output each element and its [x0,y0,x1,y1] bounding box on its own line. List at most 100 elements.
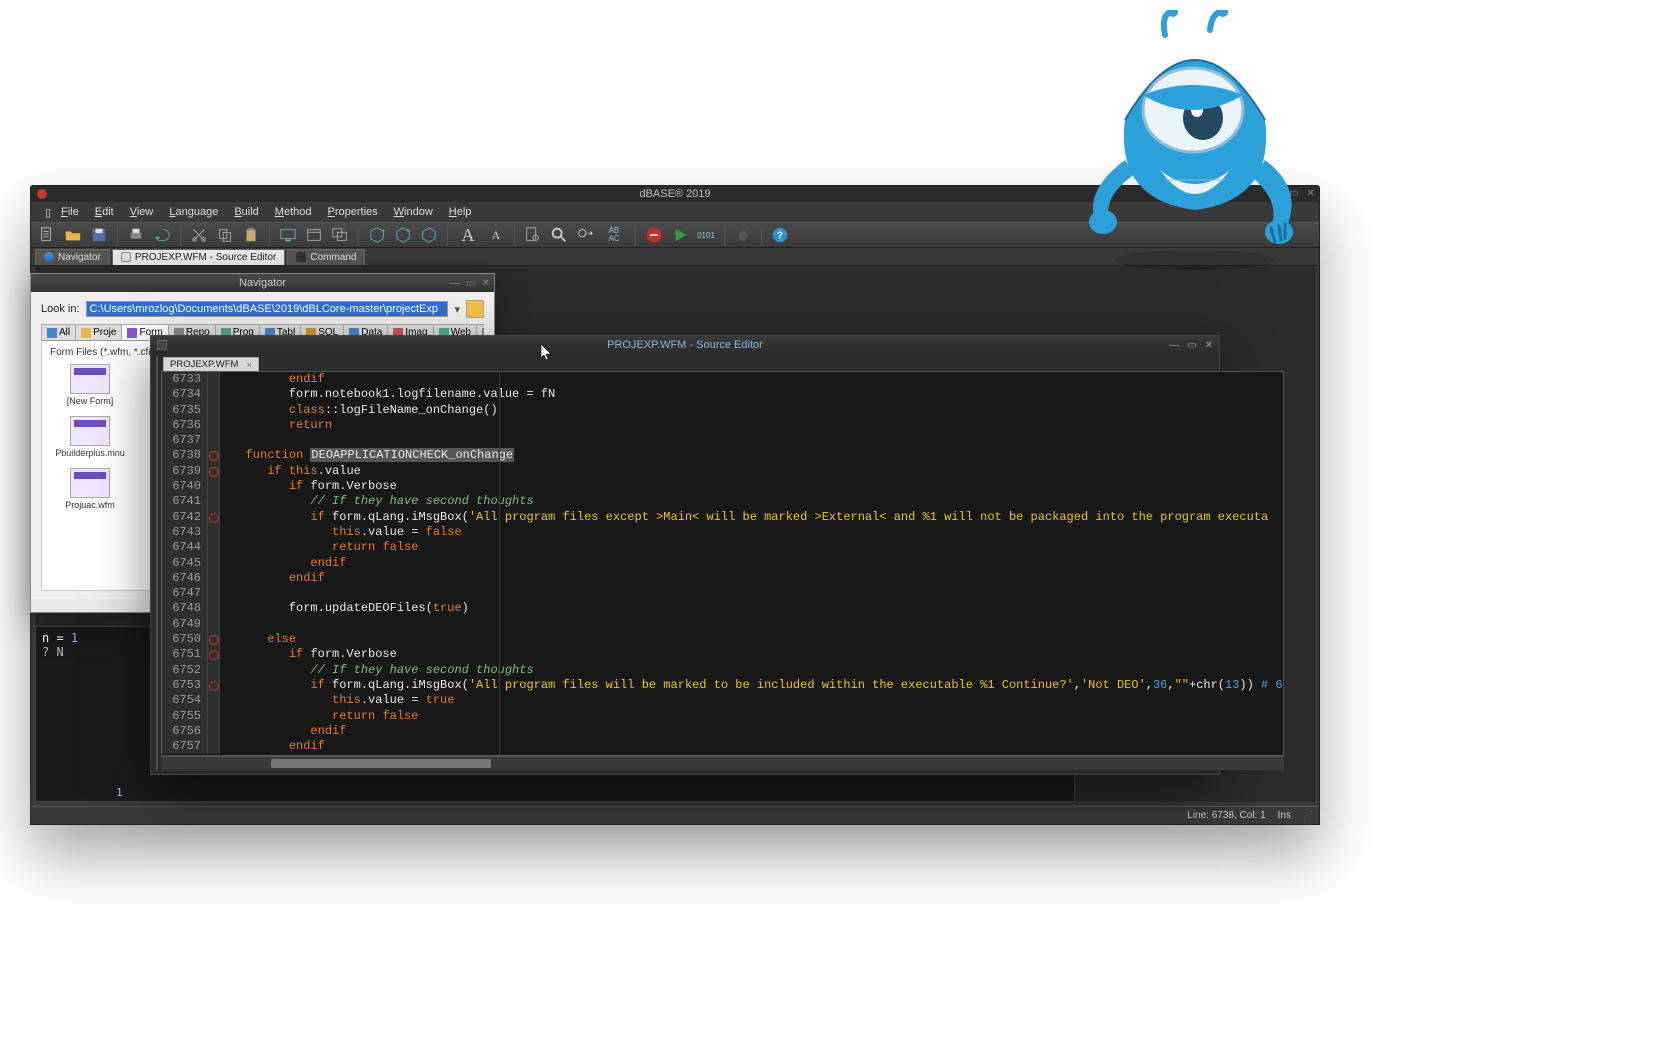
code-line[interactable]: 6733 endif [162,372,1283,387]
cube-add-icon[interactable]: + [367,225,387,245]
menu-language[interactable]: Language [163,204,224,220]
code-text[interactable]: return false [220,540,418,555]
nav-close-button[interactable]: ✕ [482,278,490,289]
run-icon[interactable] [670,225,690,245]
gutter-marker[interactable] [208,647,220,662]
font-small-icon[interactable]: A [486,225,506,245]
code-line[interactable]: 6738 function DEOAPPLICATIONCHECK_onChan… [162,448,1283,463]
undo-icon[interactable] [152,225,172,245]
search-forward-icon[interactable] [575,225,595,245]
help-icon[interactable]: ? [770,225,790,245]
gutter-marker[interactable] [208,663,220,678]
editor-tab-projexp[interactable]: PROJEXP.WFM× [163,357,259,371]
code-text[interactable]: else [220,632,296,647]
code-line[interactable]: 6755 return false [162,709,1283,724]
code-line[interactable]: 6757 endif [162,739,1283,754]
gutter-marker[interactable] [208,403,220,418]
code-line[interactable]: 6745 endif [162,556,1283,571]
code-text[interactable]: function DEOAPPLICATIONCHECK_onChange [220,448,514,463]
tab-source-editor[interactable]: PROJEXP.WFM - Source Editor [112,249,286,265]
code-line[interactable]: 6742 if form.qLang.iMsgBox('All program … [162,510,1283,525]
code-text[interactable]: form.notebook1.logfilename.value = fN [220,387,555,402]
gutter-marker[interactable] [208,693,220,708]
code-line[interactable]: 6756 endif [162,724,1283,739]
menu-help[interactable]: Help [443,204,478,220]
replace-icon[interactable]: ABAC [601,225,627,245]
status-resize-grip-icon[interactable]: ⋰ [1303,810,1313,821]
code-line[interactable]: 6749 [162,617,1283,632]
gutter-marker[interactable] [208,556,220,571]
code-line[interactable]: 6739 if this.value [162,464,1283,479]
bug-icon[interactable] [733,225,753,245]
gutter-marker[interactable] [208,464,220,479]
gutter-marker[interactable] [208,709,220,724]
code-line[interactable]: 6747 [162,586,1283,601]
code-editor[interactable]: 6733 endif6734 form.notebook1.logfilenam… [161,371,1284,756]
font-large-icon[interactable]: A [456,225,480,245]
code-line[interactable]: 6753 if form.qLang.iMsgBox('All program … [162,678,1283,693]
gutter-marker[interactable] [208,387,220,402]
navigator-title-bar[interactable]: Navigator —▭✕ [31,274,494,292]
nav-minimize-button[interactable]: — [450,278,460,289]
tab-close-icon[interactable]: × [246,360,251,370]
paste-icon[interactable] [241,225,261,245]
nav-tab-projects[interactable]: Proje [75,324,122,340]
code-text[interactable]: if form.qLang.iMsgBox('All program files… [220,678,1283,693]
gutter-marker[interactable] [208,617,220,632]
code-line[interactable]: 6746 endif [162,571,1283,586]
menu-method[interactable]: Method [269,204,318,220]
search-icon[interactable] [549,225,569,245]
src-close-button[interactable]: ✕ [1205,340,1213,351]
source-title-bar[interactable]: PROJEXP.WFM - Source Editor —▭✕ [151,336,1219,354]
gutter-marker[interactable] [208,601,220,616]
code-line[interactable]: 6751 if form.Verbose [162,647,1283,662]
gutter-marker[interactable] [208,510,220,525]
src-maximize-button[interactable]: ▭ [1187,340,1196,351]
gutter-marker[interactable] [208,448,220,463]
desktop-icon[interactable] [278,225,298,245]
gutter-marker[interactable] [208,479,220,494]
doc-search-icon[interactable] [523,225,543,245]
code-text[interactable]: if form.Verbose [220,647,397,662]
cut-icon[interactable] [189,225,209,245]
lookin-input[interactable] [86,301,449,317]
code-line[interactable]: 6748 form.updateDEOFiles(true) [162,601,1283,616]
file-projuac[interactable]: Projuac.wfm [50,468,130,510]
gutter-marker[interactable] [208,632,220,647]
code-line[interactable]: 6735 class::logFileName_onChange() [162,403,1283,418]
code-text[interactable]: this.value = true [220,693,454,708]
code-text[interactable]: form.updateDEOFiles(true) [220,601,469,616]
code-line[interactable]: 6737 [162,433,1283,448]
code-text[interactable]: endif [220,739,325,754]
new-file-icon[interactable] [37,225,57,245]
menu-properties[interactable]: Properties [322,204,384,220]
code-line[interactable]: 6744 return false [162,540,1283,555]
open-folder-icon[interactable] [63,225,83,245]
window-icon[interactable] [304,225,324,245]
print-icon[interactable] [126,225,146,245]
menu-build[interactable]: Build [228,204,264,220]
gutter-marker[interactable] [208,540,220,555]
menu-file[interactable]: File [55,204,85,220]
code-line[interactable]: 6754 this.value = true [162,693,1283,708]
code-text[interactable]: endif [220,724,346,739]
gutter-marker[interactable] [208,571,220,586]
code-text[interactable]: endif [220,571,325,586]
gutter-marker[interactable] [208,678,220,693]
stop-icon[interactable] [644,225,664,245]
code-line[interactable]: 6734 form.notebook1.logfilename.value = … [162,387,1283,402]
code-text[interactable]: return false [220,709,418,724]
copy-icon[interactable] [215,225,235,245]
cube-remove-icon[interactable]: × [393,225,413,245]
code-text[interactable]: this.value = false [220,525,462,540]
code-text[interactable] [220,586,231,601]
nav-tab-all[interactable]: All [41,324,76,340]
gutter-marker[interactable] [208,525,220,540]
file-new-form[interactable]: [New Form] [50,364,130,406]
gutter-marker[interactable] [208,586,220,601]
nav-maximize-button[interactable]: ▭ [466,278,475,289]
code-text[interactable]: // If they have second thoughts [220,663,534,678]
gutter-marker[interactable] [208,724,220,739]
menu-view[interactable]: View [124,204,160,220]
code-text[interactable]: if this.value [220,464,361,479]
